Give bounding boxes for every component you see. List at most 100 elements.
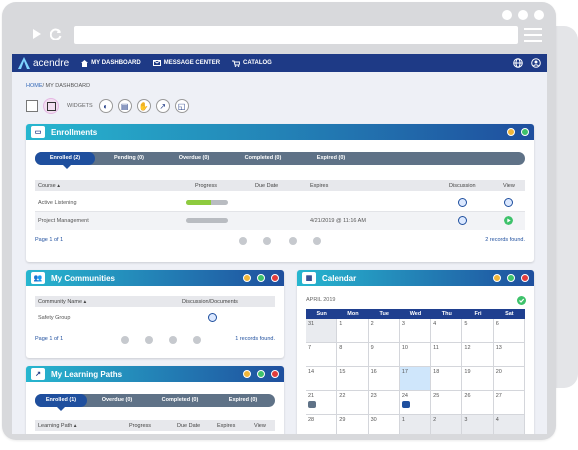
course-name[interactable]: Active Listening <box>38 200 77 206</box>
calendar-day-cell[interactable]: 15 <box>337 367 369 391</box>
close-icon[interactable] <box>271 274 279 282</box>
tab-overdue[interactable]: Overdue (0) <box>87 394 147 407</box>
tab-expired[interactable]: Expired (0) <box>213 394 273 407</box>
hand-widget-icon[interactable]: ✋ <box>136 99 151 113</box>
calendar-day-cell[interactable]: 10 <box>399 343 432 367</box>
calendar-day-cell[interactable]: 23 <box>368 391 400 415</box>
last-page-icon[interactable] <box>193 336 201 344</box>
close-icon[interactable] <box>271 370 279 378</box>
menu-icon[interactable] <box>524 28 542 46</box>
nav-message-center[interactable]: MESSAGE CENTER <box>152 60 220 66</box>
first-page-icon[interactable] <box>121 336 129 344</box>
calendar-event-icon[interactable] <box>308 401 316 408</box>
calendar-day-cell[interactable]: 26 <box>462 391 494 415</box>
play-icon[interactable] <box>32 28 42 40</box>
minimize-icon[interactable] <box>493 274 501 282</box>
discussion-icon[interactable] <box>458 216 467 225</box>
tab-overdue[interactable]: Overdue (0) <box>163 152 225 165</box>
table-row[interactable]: Project Management 4/21/2019 @ 11:16 AM <box>35 212 525 230</box>
refresh-panel-icon[interactable] <box>521 128 529 136</box>
last-page-icon[interactable] <box>313 237 321 245</box>
calendar-day-cell[interactable]: 12 <box>462 343 494 367</box>
calendar-day-cell[interactable]: 3 <box>462 415 494 434</box>
calendar-day-cell[interactable]: 30 <box>368 415 400 434</box>
calendar-day-cell[interactable]: 8 <box>337 343 369 367</box>
calendar-day-cell[interactable]: 14 <box>306 367 338 391</box>
calendar-day-cell[interactable]: 20 <box>493 367 525 391</box>
discussion-icon[interactable] <box>208 313 217 322</box>
calendar-event-icon[interactable] <box>401 401 410 408</box>
calendar-day-cell[interactable]: 28 <box>306 415 338 434</box>
tab-enrolled[interactable]: Enrolled (1) <box>35 394 87 407</box>
refresh-panel-icon[interactable] <box>507 274 515 282</box>
nav-catalog[interactable]: CATALOG <box>232 60 272 67</box>
refresh-panel-icon[interactable] <box>257 370 265 378</box>
nav-my-dashboard[interactable]: MY DASHBOARD <box>81 59 141 67</box>
calendar-day-cell[interactable]: 7 <box>306 343 338 367</box>
minimize-icon[interactable] <box>507 128 515 136</box>
calendar-day-cell[interactable]: 4 <box>493 415 525 434</box>
calendar-day-cell[interactable]: 19 <box>462 367 494 391</box>
calendar-day-cell[interactable]: 21 <box>306 391 338 415</box>
tab-completed[interactable]: Completed (0) <box>225 152 301 165</box>
refresh-panel-icon[interactable] <box>257 274 265 282</box>
calendar-day-cell[interactable]: 17 <box>399 367 432 391</box>
col-course[interactable]: Course ▴ <box>38 183 60 189</box>
calendar-day-cell[interactable]: 5 <box>462 319 494 343</box>
close-icon[interactable] <box>521 274 529 282</box>
next-page-icon[interactable] <box>169 336 177 344</box>
community-name[interactable]: Safety Group <box>38 315 70 321</box>
table-row[interactable]: Active Listening <box>35 194 525 212</box>
discussion-icon[interactable] <box>458 198 467 207</box>
tab-completed[interactable]: Completed (0) <box>147 394 213 407</box>
user-icon[interactable] <box>531 58 541 68</box>
first-page-icon[interactable] <box>239 237 247 245</box>
brand-logo[interactable]: acendre <box>18 57 69 69</box>
calendar-day-cell[interactable]: 18 <box>431 367 463 391</box>
calendar-day-cell[interactable]: 4 <box>431 319 463 343</box>
course-name[interactable]: Project Management <box>38 218 89 224</box>
col-learning-path[interactable]: Learning Path ▴ <box>38 423 77 429</box>
col-community-name[interactable]: Community Name ▴ <box>38 299 86 305</box>
prev-page-icon[interactable] <box>263 237 271 245</box>
calendar-day-cell[interactable]: 22 <box>337 391 369 415</box>
url-bar[interactable] <box>74 26 518 44</box>
add-event-icon[interactable] <box>517 296 526 305</box>
refresh-icon[interactable] <box>50 28 62 40</box>
tab-enrolled[interactable]: Enrolled (2) <box>35 152 95 165</box>
view-icon[interactable] <box>504 198 513 207</box>
rss-widget-icon[interactable]: ◐ <box>98 99 113 113</box>
tab-pending[interactable]: Pending (0) <box>95 152 163 165</box>
chart-widget-icon[interactable]: ◱ <box>174 99 189 113</box>
calendar-day-cell[interactable]: 9 <box>368 343 400 367</box>
breadcrumb-home[interactable]: HOME <box>26 83 43 89</box>
layout-single-icon[interactable] <box>26 100 38 112</box>
calendar-day-cell[interactable]: 1 <box>399 415 432 434</box>
calendar-day-cell[interactable]: 13 <box>493 343 525 367</box>
minimize-icon[interactable] <box>243 274 251 282</box>
calendar-day-cell[interactable]: 6 <box>493 319 525 343</box>
calendar-day-cell[interactable]: 31 <box>306 319 338 343</box>
calendar-day-cell[interactable]: 11 <box>431 343 463 367</box>
calendar-day-cell[interactable]: 25 <box>431 391 463 415</box>
minimize-icon[interactable] <box>243 370 251 378</box>
calendar-day-cell[interactable]: 27 <box>493 391 525 415</box>
calendar-day-cell[interactable]: 24 <box>399 391 432 415</box>
calendar-day-cell[interactable]: 2 <box>431 415 463 434</box>
col-expires: Expires <box>217 422 236 429</box>
list-widget-icon[interactable]: ▤ <box>117 99 132 113</box>
table-row[interactable]: Safety Group <box>35 309 275 327</box>
calendar-day-cell[interactable]: 3 <box>399 319 432 343</box>
prev-page-icon[interactable] <box>145 336 153 344</box>
next-page-icon[interactable] <box>289 237 297 245</box>
calendar-day-cell[interactable]: 29 <box>337 415 369 434</box>
calendar-day-cell[interactable]: 1 <box>337 319 369 343</box>
calendar-day-cell[interactable]: 2 <box>368 319 400 343</box>
tab-expired[interactable]: Expired (0) <box>301 152 361 165</box>
play-icon[interactable] <box>504 216 513 225</box>
page-indicator: Page 1 of 1 <box>35 237 64 243</box>
calendar-day-cell[interactable]: 16 <box>368 367 400 391</box>
globe-icon[interactable] <box>513 58 523 68</box>
layout-double-icon[interactable] <box>43 98 59 114</box>
share-widget-icon[interactable]: ↗ <box>155 99 170 113</box>
